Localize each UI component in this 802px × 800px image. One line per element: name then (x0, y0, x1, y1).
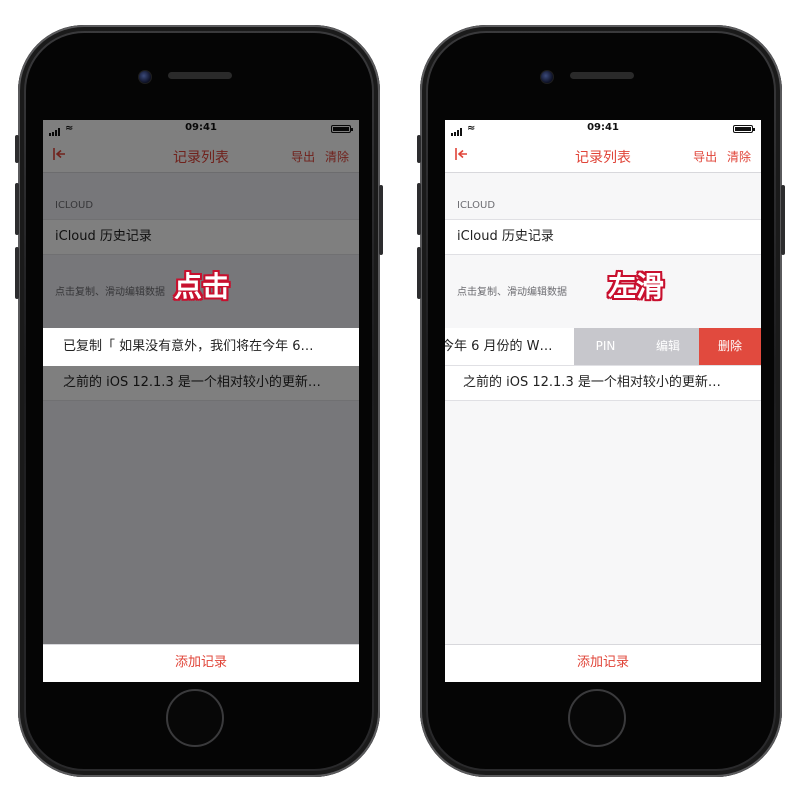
battery-icon (733, 125, 755, 133)
camera-icon (138, 70, 152, 84)
add-record-button[interactable]: 添加记录 (445, 644, 761, 682)
mute-switch (15, 135, 19, 163)
mute-switch (417, 135, 421, 163)
edit-button[interactable]: 编辑 (637, 328, 699, 365)
swiped-record-row[interactable]: 今年 6 月份的 W… PIN 编辑 删除 (445, 328, 761, 365)
screen-right: ≈ 09:41 记录列表 导出 清除 ICLOUD iCloud 历史记录 点击… (445, 120, 761, 682)
power-button (379, 185, 383, 255)
copied-toast: 已复制「 如果没有意外，我们将在今年 6… (43, 328, 359, 366)
status-time: 09:41 (587, 122, 619, 133)
tap-annotation: 点击 (174, 270, 231, 303)
record-row[interactable]: 之前的 iOS 12.1.3 是一个相对较小的更新… (445, 365, 761, 401)
clear-button[interactable]: 清除 (727, 150, 751, 164)
phone-left: ≈ 09:41 记录列表 导出 清除 ICLOUD iCloud 历史记录 点击… (15, 25, 383, 777)
nav-bar: 记录列表 导出 清除 (445, 138, 761, 173)
speaker-grille (168, 72, 232, 79)
screen-left: ≈ 09:41 记录列表 导出 清除 ICLOUD iCloud 历史记录 点击… (43, 120, 359, 682)
power-button (781, 185, 785, 255)
camera-icon (540, 70, 554, 84)
volume-up-button (417, 183, 421, 235)
swipe-annotation: 左滑 (608, 270, 665, 303)
home-button[interactable] (568, 689, 626, 747)
speaker-grille (570, 72, 634, 79)
delete-button[interactable]: 删除 (699, 328, 761, 365)
records-section-header: 点击复制、滑动编辑数据 (457, 287, 567, 298)
icloud-section-header: ICLOUD (457, 200, 496, 211)
volume-down-button (417, 247, 421, 299)
nav-actions: 导出 清除 (687, 148, 751, 165)
volume-up-button (15, 183, 19, 235)
add-record-button-overlay[interactable]: 添加记录 (43, 644, 359, 682)
swiped-record-text: 今年 6 月份的 W… (445, 339, 553, 354)
volume-down-button (15, 247, 19, 299)
pin-button[interactable]: PIN (574, 328, 637, 365)
export-button[interactable]: 导出 (693, 150, 717, 164)
status-bar: ≈ 09:41 (445, 120, 761, 138)
dim-overlay (43, 120, 359, 682)
icloud-history-row[interactable]: iCloud 历史记录 (445, 219, 761, 255)
phone-right: ≈ 09:41 记录列表 导出 清除 ICLOUD iCloud 历史记录 点击… (417, 25, 785, 777)
home-button[interactable] (166, 689, 224, 747)
